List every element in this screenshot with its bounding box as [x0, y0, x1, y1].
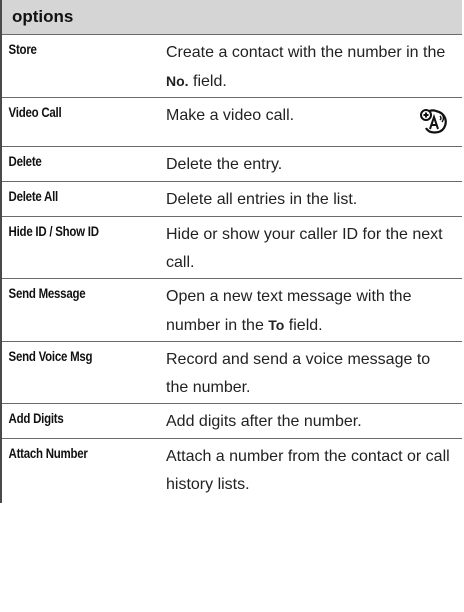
table-row-send-message: Send Message Open a new text message wit…: [2, 279, 462, 342]
table-row-delete-all: Delete All Delete all entries in the lis…: [2, 182, 462, 217]
option-description: Create a contact with the number in the …: [166, 44, 446, 90]
option-description: Delete all entries in the list.: [166, 191, 358, 208]
option-description: Open a new text message with the number …: [166, 288, 412, 334]
option-name: Hide ID / Show ID: [8, 223, 99, 239]
table-row-hide-show-id: Hide ID / Show ID Hide or show your call…: [2, 217, 462, 279]
network-dependent-feature-icon: [420, 109, 447, 134]
option-name: Delete All: [8, 188, 59, 204]
table-row-store: Store Create a contact with the number i…: [2, 35, 462, 98]
option-name: Store: [8, 41, 37, 57]
option-name: Attach Number: [8, 445, 88, 461]
option-description: Delete the entry.: [166, 156, 283, 173]
option-description: Add digits after the number.: [166, 413, 362, 430]
table-header: options: [2, 0, 462, 35]
table-row-add-digits: Add Digits Add digits after the number.: [2, 404, 462, 439]
option-name: Send Voice Msg: [8, 348, 93, 364]
options-table: options Store Create a contact with the …: [0, 0, 462, 503]
option-name: Send Message: [8, 285, 86, 301]
option-description: Record and send a voice message to the n…: [166, 351, 431, 396]
table-row-attach-number: Attach Number Attach a number from the c…: [2, 439, 462, 503]
table-row-video-call: Video Call Make a video call.: [2, 98, 462, 147]
table-row-delete: Delete Delete the entry.: [2, 147, 462, 182]
option-description: Hide or show your caller ID for the next…: [166, 226, 443, 271]
option-description: Make a video call.: [166, 107, 295, 124]
option-name: Delete: [8, 153, 42, 169]
option-name: Add Digits: [8, 410, 64, 426]
option-description: Attach a number from the contact or call…: [166, 448, 450, 493]
option-name: Video Call: [8, 104, 62, 120]
table-row-send-voice-msg: Send Voice Msg Record and send a voice m…: [2, 342, 462, 404]
